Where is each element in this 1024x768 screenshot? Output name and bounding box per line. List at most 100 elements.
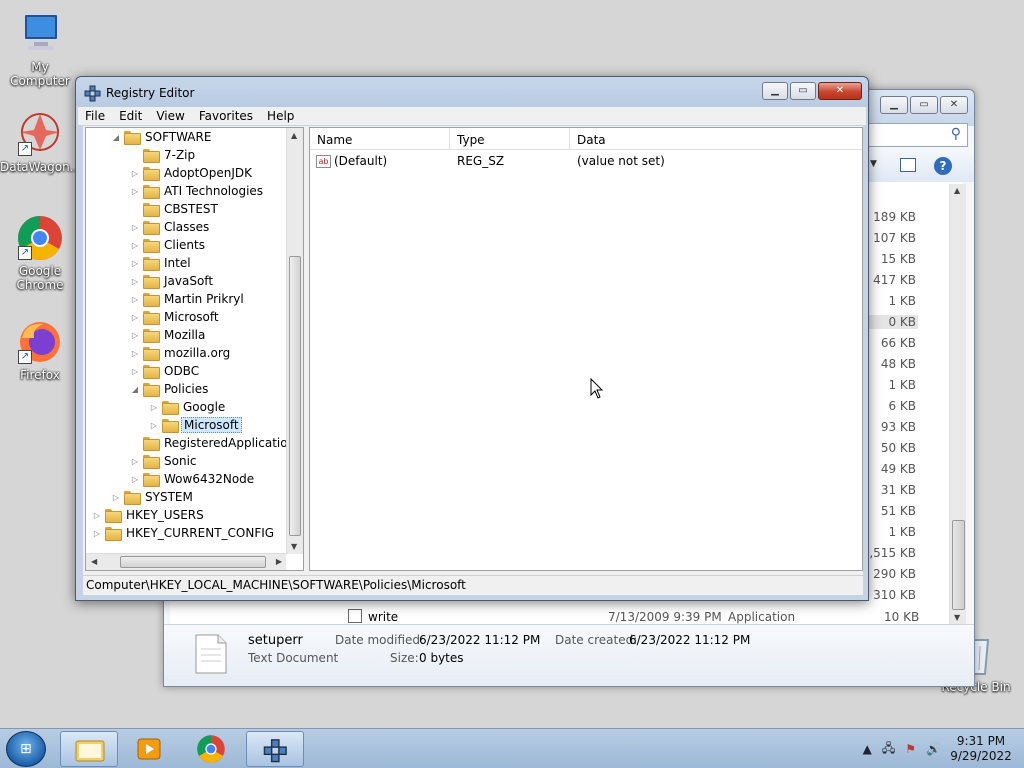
- menu-help[interactable]: Help: [260, 107, 301, 125]
- start-button[interactable]: ⊞: [6, 731, 46, 767]
- collapse-arrow-icon[interactable]: ◢: [111, 133, 121, 142]
- expand-arrow-icon[interactable]: ▷: [130, 295, 140, 304]
- desktop-icon-datawagon[interactable]: ↗ DataWagon...: [0, 110, 81, 174]
- action-center-flag-icon[interactable]: ⚑: [905, 742, 916, 756]
- taskbar-registry-editor-button[interactable]: [246, 731, 304, 767]
- taskbar-clock[interactable]: 9:31 PM 9/29/2022: [946, 734, 1016, 764]
- tree-node[interactable]: ▷ Sonic: [130, 452, 199, 470]
- close-icon[interactable]: ✕: [940, 96, 968, 114]
- window-title: Registry Editor: [106, 86, 195, 100]
- tree-node[interactable]: ▷ Google: [149, 398, 227, 416]
- tree-node[interactable]: ▷ Intel: [130, 254, 193, 272]
- details-file-name: setuperr: [248, 633, 303, 648]
- expand-arrow-icon[interactable]: ▷: [92, 511, 102, 520]
- collapse-arrow-icon[interactable]: ◢: [130, 385, 140, 394]
- search-icon[interactable]: ⚲: [951, 126, 961, 142]
- file-type: Application: [728, 610, 796, 624]
- tree-node[interactable]: ▷ Martin Prikryl: [130, 290, 246, 308]
- tree-node[interactable]: CBSTEST: [130, 200, 220, 218]
- expand-arrow-icon[interactable]: ▷: [149, 403, 159, 412]
- tree-node-label: Clients: [164, 238, 205, 252]
- expand-arrow-icon[interactable]: ▷: [130, 367, 140, 376]
- volume-icon[interactable]: 🔊: [926, 742, 941, 756]
- expand-arrow-icon[interactable]: ▷: [130, 187, 140, 196]
- tree-node[interactable]: ▷ mozilla.org: [130, 344, 232, 362]
- registry-key-tree[interactable]: ◢ SOFTWARE 7-Zip ▷ AdoptOpenJDK ▷ ATI Technolo…: [85, 127, 304, 571]
- expand-arrow-icon[interactable]: ▷: [130, 259, 140, 268]
- expand-arrow-icon[interactable]: ▷: [130, 349, 140, 358]
- tree-node[interactable]: ▷ Microsoft: [149, 416, 242, 434]
- tree-node[interactable]: ▷ HKEY_CURRENT_CONFIG: [92, 524, 276, 542]
- registry-values-list[interactable]: Name Type Data ab (Default) REG_SZ (value…: [309, 127, 863, 571]
- tree-node[interactable]: ▷ JavaSoft: [130, 272, 215, 290]
- details-size: 0 bytes: [419, 651, 464, 665]
- scroll-up-icon[interactable]: ▲: [954, 186, 960, 195]
- tree-node[interactable]: ◢ Policies: [130, 380, 210, 398]
- network-icon[interactable]: 🖧: [882, 739, 895, 760]
- expand-arrow-icon[interactable]: ▷: [92, 529, 102, 538]
- tree-node[interactable]: ▷ ATI Technologies: [130, 182, 265, 200]
- desktop-icon-chrome[interactable]: ↗ Google Chrome: [0, 214, 80, 292]
- scroll-right-icon[interactable]: ▶: [276, 557, 282, 566]
- taskbar-media-player-button[interactable]: [120, 731, 178, 767]
- tree-node[interactable]: ▷ HKEY_USERS: [92, 506, 206, 524]
- maximize-icon[interactable]: ▭: [910, 96, 938, 114]
- tree-node[interactable]: ▷ ODBC: [130, 362, 201, 380]
- menu-edit[interactable]: Edit: [112, 107, 149, 125]
- registry-editor-title-bar[interactable]: Registry Editor ▁ ▭ ✕: [76, 77, 868, 107]
- view-options-chevron-icon[interactable]: ▼: [870, 159, 877, 169]
- show-hidden-icons-icon[interactable]: ▲: [863, 742, 872, 756]
- tree-node[interactable]: ▷ Clients: [130, 236, 207, 254]
- menu-file[interactable]: File: [78, 107, 112, 125]
- column-header-data[interactable]: Data: [570, 128, 858, 149]
- shortcut-arrow-icon: ↗: [18, 142, 32, 156]
- expand-arrow-icon[interactable]: ▷: [130, 223, 140, 232]
- tree-node[interactable]: ▷ Mozilla: [130, 326, 207, 344]
- tree-horizontal-scrollbar[interactable]: ◀ ▶: [86, 553, 286, 570]
- minimize-icon[interactable]: ▁: [762, 82, 788, 100]
- close-icon[interactable]: ✕: [818, 82, 862, 100]
- tree-node-label: CBSTEST: [164, 202, 218, 216]
- tree-node[interactable]: ▷ Classes: [130, 218, 211, 236]
- preview-pane-icon[interactable]: [900, 158, 916, 172]
- menu-view[interactable]: View: [149, 107, 191, 125]
- tree-node[interactable]: ▷ Microsoft: [130, 308, 221, 326]
- menu-favorites[interactable]: Favorites: [192, 107, 260, 125]
- tree-node[interactable]: 7-Zip: [130, 146, 197, 164]
- tree-node[interactable]: ▷ AdoptOpenJDK: [130, 164, 254, 182]
- scrollbar-thumb[interactable]: [289, 256, 301, 536]
- registry-editor-window[interactable]: Registry Editor ▁ ▭ ✕ File Edit View Fav…: [75, 76, 869, 601]
- taskbar-explorer-button[interactable]: [60, 731, 118, 767]
- taskbar-chrome-button[interactable]: [182, 731, 240, 767]
- column-header-type[interactable]: Type: [450, 128, 570, 149]
- expand-arrow-icon[interactable]: ▷: [130, 169, 140, 178]
- tree-node[interactable]: ▷ SYSTEM: [111, 488, 195, 506]
- expand-arrow-icon[interactable]: ▷: [149, 421, 159, 430]
- column-header-name[interactable]: Name: [310, 128, 450, 149]
- tree-vertical-scrollbar[interactable]: ▲ ▼: [286, 128, 303, 554]
- expand-arrow-icon[interactable]: ▷: [130, 331, 140, 340]
- help-icon[interactable]: ?: [934, 157, 952, 175]
- desktop-icon-my-computer[interactable]: My Computer: [0, 10, 80, 88]
- desktop-icon-firefox[interactable]: ↗ Firefox: [0, 318, 80, 382]
- maximize-icon[interactable]: ▭: [790, 82, 816, 100]
- tree-node[interactable]: ◢ SOFTWARE: [111, 128, 213, 146]
- scroll-up-icon[interactable]: ▲: [291, 131, 297, 140]
- file-list-scrollbar[interactable]: ▲ ▼: [949, 184, 966, 624]
- expand-arrow-icon[interactable]: ▷: [130, 457, 140, 466]
- scroll-down-icon[interactable]: ▼: [291, 542, 297, 551]
- expand-arrow-icon[interactable]: ▷: [130, 241, 140, 250]
- tree-node[interactable]: ▷ Wow6432Node: [130, 470, 256, 488]
- scrollbar-thumb[interactable]: [120, 556, 266, 568]
- expand-arrow-icon[interactable]: ▷: [130, 277, 140, 286]
- tree-node[interactable]: RegisteredApplications: [130, 434, 303, 452]
- minimize-icon[interactable]: ▁: [880, 96, 908, 114]
- explorer-search-input[interactable]: ⚲: [864, 123, 968, 147]
- scrollbar-thumb[interactable]: [952, 520, 965, 610]
- expand-arrow-icon[interactable]: ▷: [130, 313, 140, 322]
- table-row[interactable]: ab (Default) REG_SZ (value not set): [310, 151, 862, 171]
- scroll-left-icon[interactable]: ◀: [91, 557, 97, 566]
- scroll-down-icon[interactable]: ▼: [954, 613, 960, 622]
- expand-arrow-icon[interactable]: ▷: [111, 493, 121, 502]
- expand-arrow-icon[interactable]: ▷: [130, 475, 140, 484]
